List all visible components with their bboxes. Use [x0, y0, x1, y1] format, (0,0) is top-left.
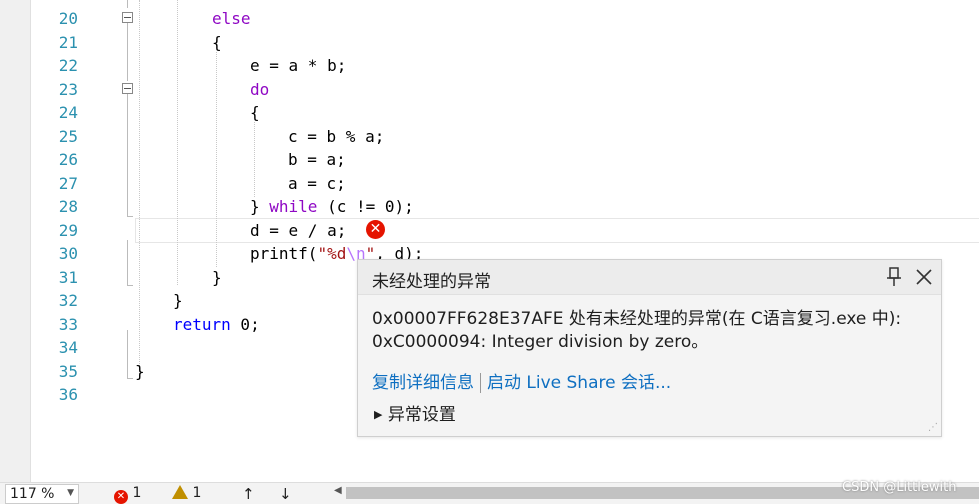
resize-grip-icon[interactable]: ⋰: [928, 422, 938, 433]
pin-icon[interactable]: [886, 267, 902, 287]
link-separator: [480, 373, 481, 393]
outline-line: [127, 330, 128, 378]
code-line-29: d = e / a;: [250, 221, 347, 240]
code-line-21: {: [212, 33, 222, 52]
line-number: 31: [58, 268, 78, 287]
warning-count: 1: [192, 485, 202, 501]
indicator-margin: [0, 0, 31, 482]
exception-popup: 未经处理的异常 0x00007FF628E37AFE 处有未经处理的异常(在 C…: [357, 259, 942, 437]
next-issue-arrow-icon[interactable]: ↓: [279, 485, 292, 503]
line-number: 32: [58, 291, 78, 310]
exception-settings-label: 异常设置: [387, 405, 456, 425]
outline-line: [127, 240, 128, 285]
exception-popup-title: 未经处理的异常: [372, 272, 491, 292]
zoom-value: 117 %: [10, 486, 55, 502]
error-icon: ✕: [114, 490, 128, 504]
line-number: 22: [58, 56, 78, 75]
warning-count-indicator[interactable]: 1: [172, 485, 201, 501]
code-line-28: } while (c != 0);: [250, 197, 414, 216]
line-number: 24: [58, 103, 78, 122]
line-number: 30: [58, 244, 78, 263]
line-number: 25: [58, 127, 78, 146]
chevron-down-icon: ▼: [67, 488, 74, 498]
exception-popup-header: 未经处理的异常: [358, 260, 941, 295]
warning-icon: [172, 485, 188, 499]
scroll-left-icon[interactable]: ◀: [334, 485, 342, 496]
code-line-22: e = a * b;: [250, 56, 347, 75]
code-line-31: }: [212, 268, 222, 287]
line-number: 27: [58, 174, 78, 193]
line-number: 36: [58, 385, 78, 404]
outline-line: [127, 0, 128, 8]
exception-message-line: 0xC0000094: Integer division by zero。: [372, 332, 709, 352]
line-number: 21: [58, 33, 78, 52]
copy-details-link[interactable]: 复制详细信息: [372, 373, 474, 393]
outline-line: [127, 285, 133, 287]
outline-line: [127, 378, 133, 380]
error-icon[interactable]: ✕: [366, 220, 385, 239]
close-icon[interactable]: [915, 268, 933, 286]
indent-guide: [216, 52, 217, 267]
editor-status-bar: 117 % ▼ ✕ 1 1 ↑ ↓ ◀: [0, 482, 979, 504]
live-share-link[interactable]: 启动 Live Share 会话...: [487, 373, 671, 393]
exception-settings-toggle[interactable]: ▶ 异常设置: [374, 400, 456, 425]
code-line-26: b = a;: [288, 150, 346, 169]
code-line-20: else: [212, 9, 251, 28]
code-line-23: do: [250, 80, 270, 99]
indent-guide: [139, 0, 140, 378]
error-count-indicator[interactable]: ✕ 1: [114, 485, 141, 504]
code-line-35: }: [135, 362, 145, 381]
line-number: 34: [58, 338, 78, 357]
outline-line: [127, 23, 128, 81]
collapse-else-icon[interactable]: [122, 12, 133, 23]
outline-line: [127, 94, 128, 216]
zoom-dropdown[interactable]: 117 % ▼: [5, 484, 79, 504]
watermark: CSDN @Littlewith: [842, 480, 957, 495]
code-line-32: }: [173, 291, 183, 310]
line-number: 35: [58, 362, 78, 381]
code-line-24: {: [250, 103, 260, 122]
code-line-33: return 0;: [173, 315, 260, 334]
indent-guide: [177, 0, 178, 285]
line-number: 20: [58, 9, 78, 28]
outline-line: [127, 216, 133, 218]
code-line-27: a = c;: [288, 174, 346, 193]
exception-message-line: 0x00007FF628E37AFE 处有未经处理的异常(在 C语言复习.exe…: [372, 309, 902, 329]
line-number: 26: [58, 150, 78, 169]
collapse-do-icon[interactable]: [122, 83, 133, 94]
previous-issue-arrow-icon[interactable]: ↑: [242, 485, 255, 503]
expand-triangle-icon: ▶: [374, 408, 383, 421]
indent-guide: [254, 122, 255, 197]
exception-links: 复制详细信息 启动 Live Share 会话...: [372, 368, 671, 393]
code-line-25: c = b % a;: [288, 127, 385, 146]
line-number: 33: [58, 315, 78, 334]
exception-message: 0x00007FF628E37AFE 处有未经处理的异常(在 C语言复习.exe…: [372, 308, 932, 354]
line-number: 23: [58, 80, 78, 99]
error-count: 1: [132, 485, 142, 501]
line-number: 28: [58, 197, 78, 216]
line-number: 29: [58, 221, 78, 240]
